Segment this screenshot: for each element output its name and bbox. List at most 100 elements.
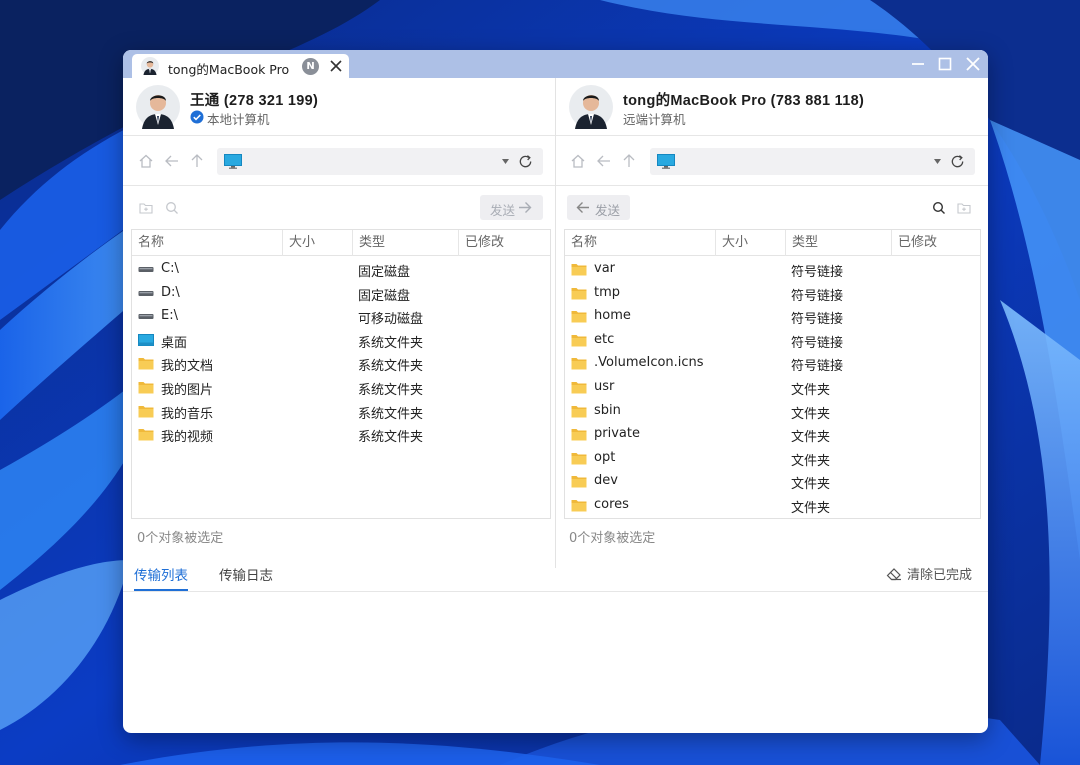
avatar — [136, 85, 180, 129]
local-pane: 王通 (278 321 199) 本地计算机 发送 名称 大小 类型 已修改 C… — [123, 78, 556, 568]
folder-icon — [571, 310, 587, 323]
maximize-icon[interactable] — [937, 56, 953, 72]
home-icon[interactable] — [138, 153, 154, 169]
title-bar[interactable]: tong的MacBook Pro N — [123, 50, 988, 78]
back-arrow-icon[interactable] — [164, 153, 180, 169]
folder-icon — [571, 287, 587, 300]
table-row[interactable]: home 符号链接 — [565, 304, 980, 328]
table-row[interactable]: E:\ 可移动磁盘 — [132, 304, 550, 328]
table-row[interactable]: opt 文件夹 — [565, 446, 980, 470]
file-name: etc — [594, 331, 615, 347]
local-nav-bar — [123, 136, 555, 186]
file-type: 固定磁盘 — [358, 288, 411, 304]
remote-header: tong的MacBook Pro (783 881 118) 远端计算机 — [556, 78, 988, 136]
chevron-down-icon[interactable] — [934, 159, 941, 164]
table-row[interactable]: private 文件夹 — [565, 422, 980, 446]
arrow-left-icon — [576, 202, 589, 213]
file-type: 符号链接 — [791, 312, 844, 328]
file-type: 文件夹 — [791, 406, 831, 422]
folder-icon — [571, 499, 587, 512]
table-row[interactable]: cores 文件夹 — [565, 493, 980, 517]
file-name: opt — [594, 449, 616, 465]
send-button[interactable]: 发送 — [567, 195, 630, 220]
file-type: 文件夹 — [791, 477, 831, 493]
table-row[interactable]: 我的图片 系统文件夹 — [132, 375, 550, 399]
chevron-down-icon[interactable] — [502, 159, 509, 164]
file-name: .VolumeIcon.icns — [594, 355, 704, 371]
table-row[interactable]: usr 文件夹 — [565, 375, 980, 399]
back-arrow-icon[interactable] — [596, 153, 612, 169]
local-file-list: C:\ 固定磁盘 D:\ 固定磁盘 E:\ 可移动磁盘 桌面 系统文件夹 我的文档 系统文件夹 我的… — [132, 257, 550, 446]
file-name: home — [594, 308, 631, 324]
table-row[interactable]: 我的视频 系统文件夹 — [132, 422, 550, 446]
drive-icon — [138, 263, 154, 276]
folder-icon — [571, 357, 587, 370]
up-arrow-icon[interactable] — [189, 153, 205, 169]
table-row[interactable]: 我的文档 系统文件夹 — [132, 351, 550, 375]
new-folder-icon[interactable] — [139, 201, 153, 215]
tab-transfer-log[interactable]: 传输日志 — [219, 564, 273, 591]
local-header: 王通 (278 321 199) 本地计算机 — [123, 78, 555, 136]
send-button[interactable]: 发送 — [480, 195, 543, 220]
avatar — [569, 85, 613, 129]
home-icon[interactable] — [570, 153, 586, 169]
up-arrow-icon[interactable] — [621, 153, 637, 169]
table-row[interactable]: etc 符号链接 — [565, 328, 980, 352]
remote-toolbar: 发送 — [556, 186, 988, 228]
search-icon[interactable] — [165, 201, 179, 215]
table-row[interactable]: .VolumeIcon.icns 符号链接 — [565, 351, 980, 375]
file-type: 文件夹 — [791, 430, 831, 446]
table-row[interactable]: D:\ 固定磁盘 — [132, 281, 550, 305]
table-row[interactable]: dev 文件夹 — [565, 469, 980, 493]
table-row[interactable]: 桌面 系统文件夹 — [132, 328, 550, 352]
folder-icon — [571, 452, 587, 465]
file-type: 系统文件夹 — [358, 382, 424, 398]
column-name[interactable]: 名称 — [132, 230, 283, 256]
tab-transfer-list[interactable]: 传输列表 — [134, 564, 188, 591]
local-toolbar: 发送 — [123, 186, 555, 228]
window-close-icon[interactable] — [965, 56, 981, 72]
close-icon[interactable] — [329, 59, 343, 73]
session-tab[interactable]: tong的MacBook Pro N — [132, 54, 349, 78]
file-name: C:\ — [161, 261, 179, 276]
table-row[interactable]: C:\ 固定磁盘 — [132, 257, 550, 281]
refresh-icon[interactable] — [950, 154, 965, 169]
table-row[interactable]: var 符号链接 — [565, 257, 980, 281]
path-dropdown[interactable] — [217, 148, 543, 175]
minimize-icon[interactable] — [910, 56, 926, 72]
desktop-icon — [138, 333, 154, 347]
file-name: sbin — [594, 402, 621, 418]
new-folder-icon[interactable] — [957, 201, 971, 215]
column-modified[interactable]: 已修改 — [892, 230, 981, 256]
column-size[interactable]: 大小 — [716, 230, 786, 256]
table-row[interactable]: sbin 文件夹 — [565, 399, 980, 423]
file-name: 我的音乐 — [161, 406, 214, 422]
file-name: dev — [594, 473, 618, 489]
selection-status: 0个对象被选定 — [569, 531, 656, 546]
column-type[interactable]: 类型 — [353, 230, 459, 256]
refresh-icon[interactable] — [518, 154, 533, 169]
column-modified[interactable]: 已修改 — [459, 230, 551, 256]
column-type[interactable]: 类型 — [786, 230, 892, 256]
folder-icon — [138, 428, 154, 441]
table-row[interactable]: 我的音乐 系统文件夹 — [132, 399, 550, 423]
selection-status: 0个对象被选定 — [137, 531, 224, 546]
column-size[interactable]: 大小 — [283, 230, 353, 256]
column-name[interactable]: 名称 — [565, 230, 716, 256]
tab-title: tong的MacBook Pro — [168, 62, 290, 77]
remote-pane: tong的MacBook Pro (783 881 118) 远端计算机 发送 … — [556, 78, 988, 568]
file-name: private — [594, 426, 640, 442]
table-row[interactable]: tmp 符号链接 — [565, 281, 980, 305]
path-dropdown[interactable] — [650, 148, 975, 175]
file-type: 文件夹 — [791, 453, 831, 469]
send-label: 发送 — [595, 203, 621, 218]
local-file-table: 名称 大小 类型 已修改 C:\ 固定磁盘 D:\ 固定磁盘 E:\ 可移动磁盘 桌面 系统文… — [131, 229, 551, 519]
file-type: 文件夹 — [791, 500, 831, 516]
avatar — [141, 57, 159, 75]
search-icon[interactable] — [932, 201, 946, 215]
monitor-icon — [224, 154, 242, 169]
file-type: 系统文件夹 — [358, 359, 424, 375]
remote-file-list: var 符号链接 tmp 符号链接 home 符号链接 etc 符号链接 .VolumeIcon… — [565, 257, 980, 517]
file-type: 符号链接 — [791, 288, 844, 304]
local-computer-name: 王通 (278 321 199) — [190, 93, 319, 109]
